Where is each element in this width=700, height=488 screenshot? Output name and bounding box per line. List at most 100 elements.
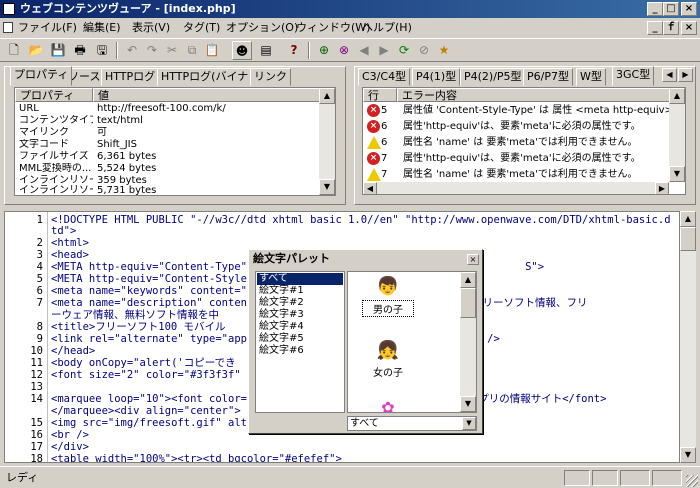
tab-p6p7[interactable]: P6/P7型: [523, 68, 573, 86]
code-line[interactable]: td">: [5, 225, 679, 237]
menu-help[interactable]: ヘルプ(H): [360, 18, 414, 37]
line-number: 12: [30, 369, 43, 381]
emoji-palette[interactable]: 絵文字パレット × すべて 絵文字#1 絵文字#2 絵文字#3 絵文字#4 絵文…: [248, 249, 483, 434]
resize-grip[interactable]: [686, 475, 698, 487]
document-icon[interactable]: [3, 22, 13, 33]
new-doc-icon[interactable]: 🗋: [4, 41, 24, 60]
open-folder-icon[interactable]: 📂: [26, 41, 46, 60]
browser-alt-icon[interactable]: ⊗: [334, 41, 354, 60]
properties-icon[interactable]: ▤: [256, 41, 276, 60]
browser-icon[interactable]: ⊕: [314, 41, 334, 60]
category-item[interactable]: 絵文字#5: [259, 333, 304, 345]
category-item[interactable]: 絵文字#3: [259, 309, 304, 321]
mdi-minimize-button[interactable]: _: [647, 21, 663, 35]
category-item[interactable]: 絵文字#4: [259, 321, 304, 333]
cut-icon[interactable]: ✂: [162, 41, 182, 60]
tab-c3c4[interactable]: C3/C4型: [358, 68, 411, 86]
app-icon[interactable]: [3, 3, 15, 15]
girl-emoji-icon[interactable]: 👧: [368, 340, 408, 361]
emoji-grid[interactable]: 👦 男の子 👧 女の子 ✿ ▲ ▼: [347, 271, 477, 413]
category-item[interactable]: 絵文字#2: [259, 297, 304, 309]
tab-property[interactable]: プロパティ: [10, 66, 73, 86]
boy-emoji-icon[interactable]: 👦: [368, 276, 408, 297]
tab-p4-2-p5[interactable]: P4(2)/P5型: [460, 68, 526, 86]
maximize-button[interactable]: □: [663, 2, 679, 16]
menu-tag[interactable]: タグ(T): [181, 18, 222, 37]
refresh-icon[interactable]: ⟳: [394, 41, 414, 60]
emoji-scrollbar[interactable]: ▲ ▼: [460, 272, 476, 412]
minimize-button[interactable]: _: [647, 2, 663, 16]
property-scrollbar[interactable]: ▲ ▼: [319, 88, 335, 195]
error-message: 属性値 'Content-Style-Type' は 属性 <meta http…: [403, 105, 673, 116]
favorites-icon[interactable]: ★: [434, 41, 454, 60]
error-scrollbar[interactable]: ▲ ▼: [669, 88, 685, 182]
chevron-down-icon[interactable]: ▼: [462, 417, 476, 430]
scroll-right-icon[interactable]: ▶: [655, 182, 669, 194]
editor-scrollbar[interactable]: ▲ ▼: [680, 211, 696, 463]
property-list[interactable]: プロパティ 値 URL http://freesoft-100.com/k/ コン…: [14, 87, 336, 196]
mdi-restore-button[interactable]: ｆ: [663, 21, 679, 35]
scroll-up-icon[interactable]: ▲: [319, 88, 335, 104]
property-value: 5,524 bytes: [97, 163, 157, 174]
scroll-up-icon[interactable]: ▲: [460, 272, 476, 288]
error-hscrollbar[interactable]: ◀ ▶: [363, 182, 669, 194]
pink-emoji-icon[interactable]: ✿: [368, 398, 408, 412]
palette-title[interactable]: 絵文字パレット: [251, 252, 480, 266]
stop-icon[interactable]: ⊘: [414, 41, 434, 60]
tab-w[interactable]: W型: [576, 68, 606, 86]
error-list[interactable]: 行 エラー内容 × 5 属性値 'Content-Style-Type' は 属性 …: [362, 87, 686, 195]
tab-p4-1[interactable]: P4(1)型: [412, 68, 461, 86]
title-bar[interactable]: ウェブコンテンツヴューア - [index.php] _ □ ×: [0, 0, 700, 18]
scroll-up-icon[interactable]: ▲: [669, 88, 685, 104]
category-list[interactable]: すべて 絵文字#1 絵文字#2 絵文字#3 絵文字#4 絵文字#5 絵文字#6: [255, 271, 345, 413]
menu-file[interactable]: ファイル(F): [16, 18, 79, 37]
tab-http-log[interactable]: HTTPログ: [101, 68, 160, 86]
category-item[interactable]: 絵文字#6: [259, 345, 304, 357]
undo-icon[interactable]: ↶: [122, 41, 142, 60]
property-key: インラインリソー...: [19, 185, 93, 196]
code-line[interactable]: 2 <html>: [5, 237, 679, 249]
palette-close-icon[interactable]: ×: [467, 254, 479, 265]
forward-icon[interactable]: ▶: [374, 41, 394, 60]
redo-icon[interactable]: ↷: [142, 41, 162, 60]
floppy-icon[interactable]: 🖫: [92, 41, 112, 60]
category-dropdown[interactable]: すべて ▼: [347, 416, 477, 431]
line-number: 4: [36, 261, 43, 273]
menu-view[interactable]: 表示(V): [130, 18, 172, 37]
back-icon[interactable]: ◀: [354, 41, 374, 60]
tab-3gc[interactable]: 3GC型: [612, 66, 655, 86]
close-button[interactable]: ×: [681, 2, 697, 16]
help-icon[interactable]: ?: [284, 41, 304, 60]
tab-link[interactable]: リンク: [250, 68, 291, 86]
menu-edit[interactable]: 編集(E): [81, 18, 123, 37]
scroll-left-icon[interactable]: ◀: [363, 182, 377, 194]
line-text: <html>: [51, 237, 89, 249]
scroll-down-icon[interactable]: ▼: [680, 447, 696, 463]
scroll-down-icon[interactable]: ▼: [319, 179, 335, 195]
scroll-thumb[interactable]: [680, 227, 696, 251]
line-number: 5: [36, 273, 43, 285]
column-header-property[interactable]: プロパティ: [15, 88, 93, 102]
scroll-down-icon[interactable]: ▼: [669, 166, 685, 182]
category-item[interactable]: 絵文字#1: [259, 285, 304, 297]
save-icon[interactable]: 💾: [48, 41, 68, 60]
mdi-close-button[interactable]: ×: [681, 21, 697, 35]
paste-icon[interactable]: 📋: [202, 41, 222, 60]
print-icon[interactable]: 🖶: [70, 41, 90, 60]
code-line[interactable]: 17 </div>: [5, 441, 679, 453]
category-item[interactable]: すべて: [257, 273, 343, 285]
status-pane: [564, 470, 590, 486]
menu-options[interactable]: オプション(O): [224, 18, 300, 37]
scroll-thumb[interactable]: [460, 288, 476, 318]
scroll-up-icon[interactable]: ▲: [680, 211, 696, 227]
tab-scroll-left-icon[interactable]: ◀: [662, 68, 677, 82]
code-line[interactable]: 18 <table width="100%"><tr><td bgcolor="#…: [5, 453, 679, 462]
column-header-line[interactable]: 行: [363, 88, 397, 102]
tab-scroll-right-icon[interactable]: ▶: [678, 68, 693, 82]
scroll-down-icon[interactable]: ▼: [460, 396, 476, 412]
copy-icon[interactable]: ⧉: [182, 41, 202, 60]
line-text: <META http-equiv="Content-Style: [51, 273, 247, 285]
column-header-error[interactable]: エラー内容: [397, 88, 671, 102]
emoji-palette-icon[interactable]: ☻: [232, 41, 252, 60]
column-header-value[interactable]: 値: [93, 88, 321, 102]
